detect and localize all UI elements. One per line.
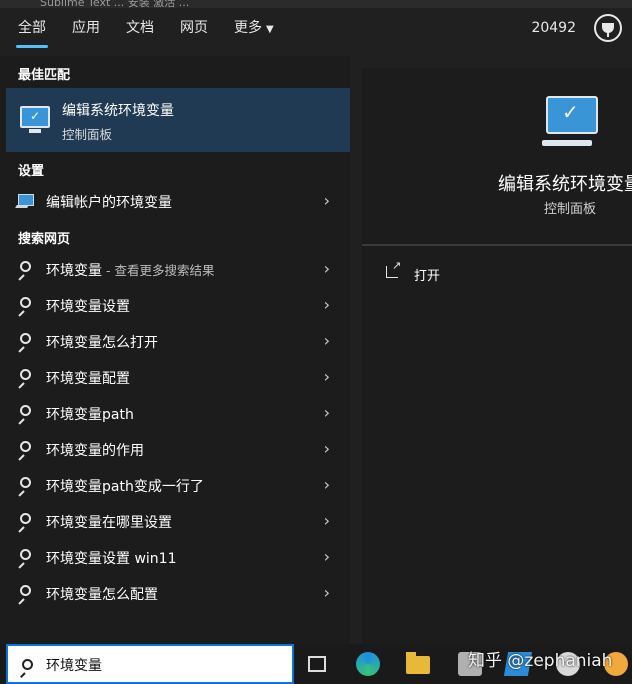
rewards-points[interactable]: 20492 [531, 20, 576, 36]
chevron-down-icon: ▼ [266, 24, 274, 35]
web-result-item[interactable]: 环境变量怎么配置 › [6, 576, 350, 610]
web-result-rest: - 查看更多搜索结果 [102, 263, 215, 278]
best-match-title: 编辑系统环境变量 [62, 103, 174, 119]
tab-more-label: 更多 [234, 20, 262, 36]
results-panel: 最佳匹配 ✓ 编辑系统环境变量 控制面板 设置 编辑帐户的环境变量 › 搜索网页… [0, 56, 350, 644]
control-panel-icon: ✓ [20, 106, 50, 133]
web-result-label: 环境变量path变成一行了 [46, 479, 204, 495]
web-result-label: 环境变量设置 [46, 299, 130, 315]
taskbar-search-input[interactable]: 环境变量 [6, 644, 294, 684]
panel-gap [362, 56, 632, 68]
web-result-label: 环境变量在哪里设置 [46, 515, 172, 531]
chevron-right-icon[interactable]: › [324, 259, 330, 278]
web-result-item[interactable]: 环境变量path变成一行了 › [6, 468, 350, 502]
web-result-bold: 环境变量 [46, 263, 102, 279]
search-query: 环境变量 [46, 658, 102, 674]
control-panel-large-icon: ✓ [542, 96, 598, 146]
settings-item-user-env[interactable]: 编辑帐户的环境变量 › [6, 184, 350, 218]
web-result-item[interactable]: 环境变量配置 › [6, 360, 350, 394]
search-icon [20, 297, 31, 308]
chevron-right-icon[interactable]: › [324, 547, 330, 566]
web-result-item[interactable]: 环境变量设置 win11 › [6, 540, 350, 574]
web-result-item[interactable]: 环境变量在哪里设置 › [6, 504, 350, 538]
web-result-item[interactable]: 环境变量的作用 › [6, 432, 350, 466]
web-result-item[interactable]: 环境变量path › [6, 396, 350, 430]
file-explorer-icon[interactable] [406, 652, 430, 674]
search-header: Sublime Text ... 安装 激活 ... 全部 应用 文档 网页 更… [0, 0, 632, 56]
section-best-match: 最佳匹配 [18, 68, 71, 83]
search-icon [20, 513, 31, 524]
search-icon [20, 333, 31, 344]
web-result-label: 环境变量怎么打开 [46, 335, 158, 351]
chevron-right-icon[interactable]: › [324, 367, 330, 386]
chevron-right-icon[interactable]: › [324, 583, 330, 602]
section-search-web: 搜索网页 [18, 232, 71, 247]
settings-icon [18, 194, 34, 206]
tab-apps[interactable]: 应用 [72, 18, 100, 48]
watermark: 知乎 @zephaniah [468, 651, 613, 671]
trophy-icon[interactable] [594, 14, 622, 42]
settings-item-label: 编辑帐户的环境变量 [46, 195, 172, 211]
chevron-right-icon[interactable]: › [324, 511, 330, 530]
tab-all[interactable]: 全部 [16, 18, 48, 48]
web-result-item[interactable]: 环境变量 - 查看更多搜索结果 › [6, 252, 350, 286]
background-window-strip: Sublime Text ... 安装 激活 ... [0, 0, 632, 8]
web-result-item[interactable]: 环境变量设置 › [6, 288, 350, 322]
preview-divider [362, 244, 632, 246]
search-icon [20, 549, 31, 560]
edge-browser-icon[interactable] [356, 652, 380, 676]
search-icon [20, 261, 31, 272]
chevron-right-icon[interactable]: › [324, 331, 330, 350]
tab-web-label: 网页 [180, 20, 208, 36]
tab-documents[interactable]: 文档 [126, 18, 154, 48]
chevron-right-icon[interactable]: › [324, 475, 330, 494]
chevron-right-icon[interactable]: › [324, 295, 330, 314]
preview-panel: ✓ 编辑系统环境变量 控制面板 打开 [362, 68, 632, 644]
search-icon [20, 369, 31, 380]
tab-documents-label: 文档 [126, 20, 154, 36]
web-result-label: 环境变量path [46, 407, 134, 423]
web-result-label: 环境变量怎么配置 [46, 587, 158, 603]
web-result-label: 环境变量的作用 [46, 443, 144, 459]
preview-subtitle: 控制面板 [544, 202, 597, 217]
search-icon [20, 405, 31, 416]
search-icon [20, 441, 31, 452]
open-external-icon [386, 259, 401, 278]
search-icon [20, 477, 31, 488]
best-match-subtitle: 控制面板 [62, 127, 113, 142]
web-result-label: 环境变量配置 [46, 371, 130, 387]
web-result-label: 环境变量设置 win11 [46, 551, 177, 567]
section-settings: 设置 [18, 164, 45, 179]
search-icon [22, 659, 33, 670]
chevron-right-icon[interactable]: › [324, 403, 330, 422]
tab-all-label: 全部 [18, 20, 46, 36]
tab-more[interactable]: 更多 ▼ [234, 18, 274, 48]
web-result-item[interactable]: 环境变量怎么打开 › [6, 324, 350, 358]
task-view-icon[interactable] [308, 656, 326, 672]
background-window-title: Sublime Text ... 安装 激活 ... [40, 0, 190, 8]
preview-title: 编辑系统环境变量 [498, 174, 632, 195]
best-match-item[interactable]: ✓ 编辑系统环境变量 控制面板 [6, 88, 350, 152]
chevron-right-icon[interactable]: › [324, 191, 330, 210]
open-action-label: 打开 [414, 269, 441, 284]
tab-web[interactable]: 网页 [180, 18, 208, 48]
tab-apps-label: 应用 [72, 20, 100, 36]
panel-divider [350, 56, 362, 644]
filter-tabs: 全部 应用 文档 网页 更多 ▼ [16, 18, 300, 48]
chevron-right-icon[interactable]: › [324, 439, 330, 458]
search-icon [20, 585, 31, 596]
